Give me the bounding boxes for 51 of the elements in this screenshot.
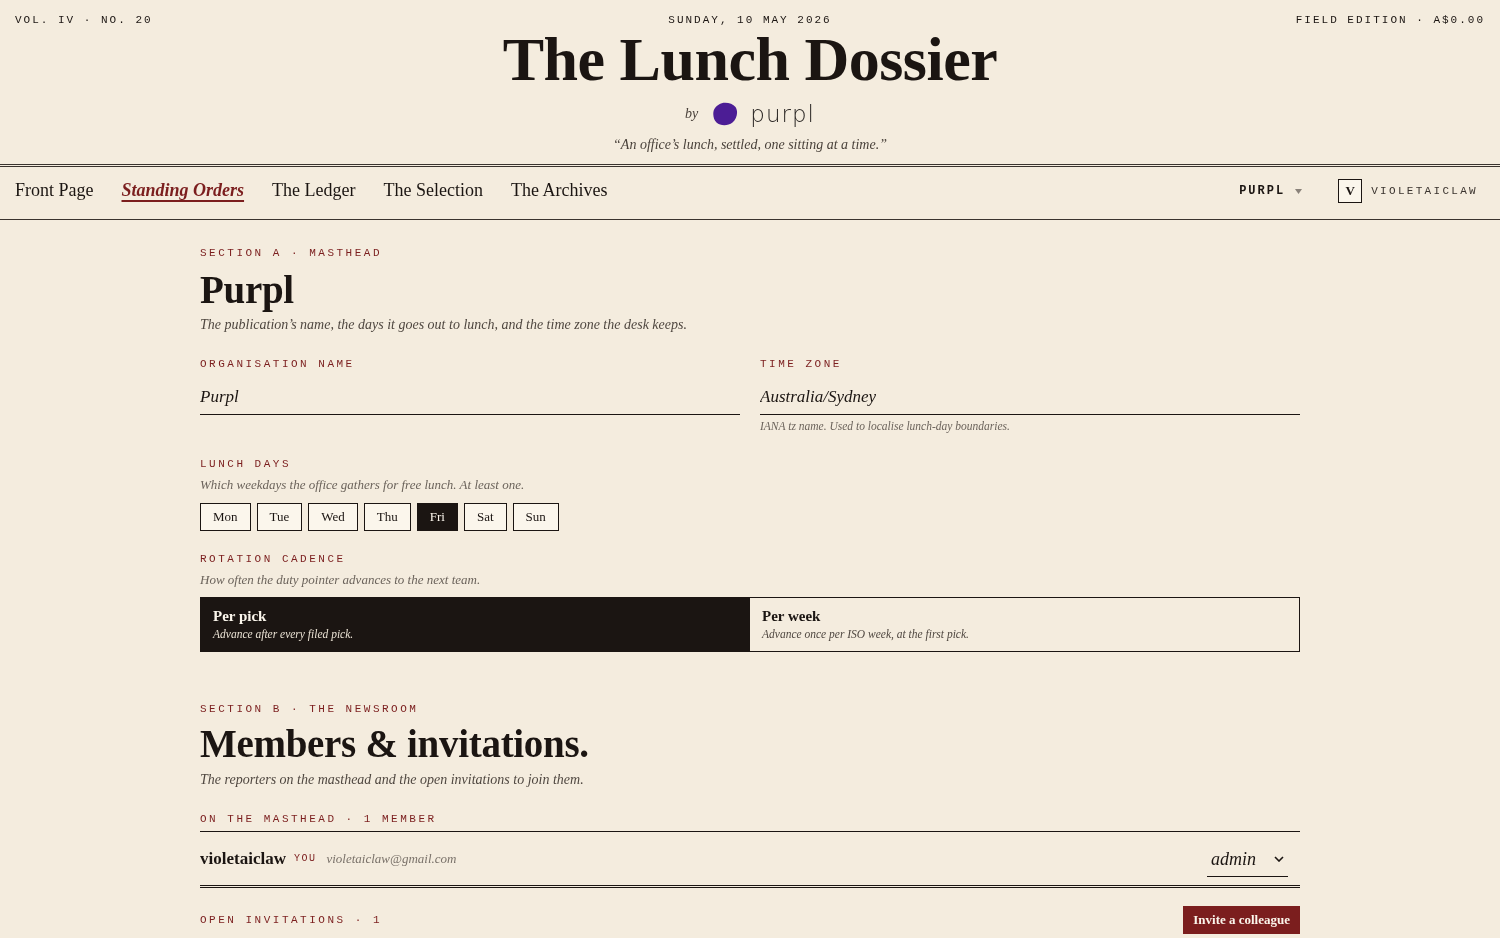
nav-link[interactable]: Standing Orders — [121, 179, 245, 201]
you-label: YOU — [293, 853, 317, 864]
role-select[interactable]: admin — [1207, 842, 1288, 877]
list-label: OPEN INVITATIONS · 1 — [200, 913, 383, 927]
section-description: The publication’s name, the days it goes out to lunch, and the time zone the desk keeps. — [200, 316, 687, 334]
nav-link[interactable]: The Ledger — [272, 179, 356, 201]
day-toggle[interactable]: Wed — [308, 503, 358, 531]
byline: by — [685, 106, 699, 122]
field-label: TIME ZONE — [760, 357, 842, 371]
caret-icon — [1295, 188, 1303, 194]
blob-logo-icon — [712, 102, 739, 126]
issue-date: SUNDAY, 10 MAY 2026 — [668, 14, 832, 26]
nav-link[interactable]: Front Page — [15, 179, 94, 201]
field-description: How often the duty pointer advances to the next team. — [200, 571, 481, 589]
brand-name: purpl — [750, 100, 815, 128]
invite-button[interactable]: Invite a colleague — [1183, 906, 1300, 934]
nav-link[interactable]: The Selection — [383, 179, 483, 201]
option-description: Advance once per ISO week, at the first pick. — [762, 627, 969, 642]
edition-price: FIELD EDITION · A$0.00 — [1295, 14, 1485, 26]
organisation-switcher[interactable]: PURPL — [1239, 184, 1303, 198]
volume-number: VOL. IV · NO. 20 — [15, 13, 154, 27]
day-toggle[interactable]: Sat — [463, 503, 507, 531]
option-title: Per pick — [213, 607, 267, 626]
avatar-initial[interactable]: V — [1338, 179, 1363, 203]
section-kicker: SECTION A · MASTHEAD — [200, 246, 383, 260]
day-toggle[interactable]: Tue — [256, 503, 303, 531]
chevron-down-icon — [1274, 856, 1284, 862]
list-label: ON THE MASTHEAD · 1 MEMBER — [200, 812, 437, 826]
member-email: violetaiclaw@gmail.com — [326, 850, 457, 867]
field-description: Which weekdays the office gathers for free lunch. At least one. — [200, 476, 525, 494]
section-kicker: SECTION B · THE NEWSROOM — [200, 702, 419, 716]
field-hint: IANA tz name. Used to localise lunch-day boundaries. — [760, 419, 1010, 433]
section-heading: Members & invitations. — [200, 722, 589, 766]
field-label: LUNCH DAYS — [200, 457, 291, 471]
motto: “An office’s lunch, settled, one sitting at a time.” — [613, 136, 887, 154]
text-field[interactable]: Purpl — [200, 379, 740, 415]
section-heading: Purpl — [200, 268, 294, 312]
section-description: The reporters on the masthead and the open invitations to join them. — [200, 771, 584, 789]
nav-link[interactable]: The Archives — [510, 179, 608, 201]
newspaper-title: The Lunch Dossier — [502, 28, 998, 90]
day-toggle[interactable]: Fri — [416, 503, 458, 531]
member-name: violetaiclaw — [200, 848, 286, 869]
cadence-option[interactable]: Per pick Advance after every filed pick. — [201, 598, 750, 651]
option-description: Advance after every filed pick. — [213, 627, 354, 642]
day-toggle[interactable]: Sun — [512, 503, 559, 531]
day-toggle[interactable]: Thu — [363, 503, 411, 531]
user-name: VIOLETAICLAW — [1371, 185, 1478, 197]
field-label: ROTATION CADENCE — [200, 552, 346, 566]
field-label: ORGANISATION NAME — [200, 357, 355, 371]
option-title: Per week — [762, 607, 821, 626]
day-toggle[interactable]: Mon — [200, 503, 251, 531]
